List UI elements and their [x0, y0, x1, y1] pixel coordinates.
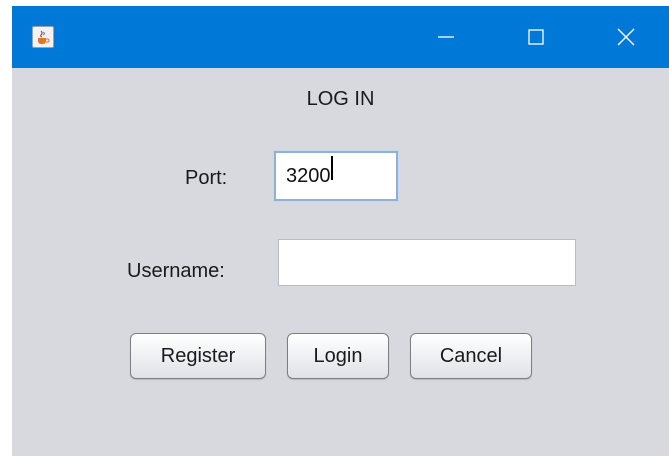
- minimize-icon: [438, 36, 454, 38]
- java-cup-icon[interactable]: [32, 26, 54, 48]
- cancel-button[interactable]: Cancel: [410, 333, 532, 379]
- username-input[interactable]: [278, 239, 576, 286]
- close-button[interactable]: [596, 6, 656, 68]
- close-icon: [617, 28, 635, 46]
- page-title: LOG IN: [306, 88, 375, 110]
- maximize-icon: [528, 29, 544, 45]
- text-caret: [330, 156, 333, 180]
- username-label: Username:: [127, 260, 225, 282]
- port-label: Port:: [185, 167, 228, 189]
- register-button[interactable]: Register: [130, 333, 266, 379]
- port-value: 3200: [286, 165, 331, 187]
- minimize-button[interactable]: [416, 6, 476, 68]
- port-input[interactable]: 3200: [274, 151, 398, 201]
- login-window: LOG IN Port: 3200 Username: Register Log…: [12, 6, 669, 456]
- title-bar[interactable]: [12, 6, 669, 68]
- maximize-button[interactable]: [506, 6, 566, 68]
- login-button[interactable]: Login: [287, 333, 389, 379]
